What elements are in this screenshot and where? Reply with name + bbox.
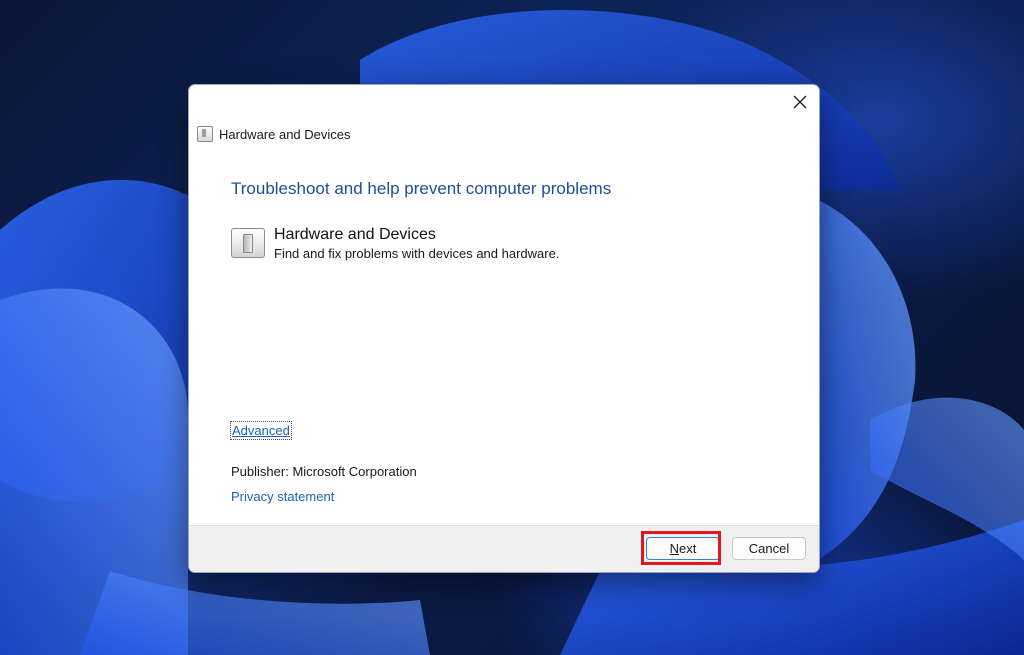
next-accelerator: N xyxy=(669,541,680,556)
cancel-button[interactable]: Cancel xyxy=(732,537,806,560)
close-button[interactable] xyxy=(787,89,813,115)
publisher-value: Microsoft Corporation xyxy=(292,464,417,479)
advanced-link[interactable]: Advanced xyxy=(230,421,292,440)
hardware-devices-icon xyxy=(197,126,213,142)
publisher-label: Publisher: xyxy=(231,464,289,479)
troubleshooter-item: Hardware and Devices Find and fix proble… xyxy=(231,225,559,262)
dialog-footer: Next Cancel xyxy=(189,525,819,572)
troubleshooter-description: Find and fix problems with devices and h… xyxy=(274,246,560,261)
publisher-info: Publisher: Microsoft Corporation xyxy=(231,464,417,479)
next-button[interactable]: Next xyxy=(646,537,720,560)
troubleshooter-title: Hardware and Devices xyxy=(274,226,436,243)
privacy-statement-link[interactable]: Privacy statement xyxy=(231,489,334,504)
window-title: Hardware and Devices xyxy=(219,126,351,142)
troubleshooter-dialog: Hardware and Devices Troubleshoot and he… xyxy=(188,84,820,573)
hardware-devices-icon xyxy=(231,228,265,258)
window-titlebar: Hardware and Devices xyxy=(197,125,351,143)
close-icon xyxy=(793,95,807,109)
dialog-heading: Troubleshoot and help prevent computer p… xyxy=(231,179,612,198)
next-label: ext xyxy=(679,541,697,556)
